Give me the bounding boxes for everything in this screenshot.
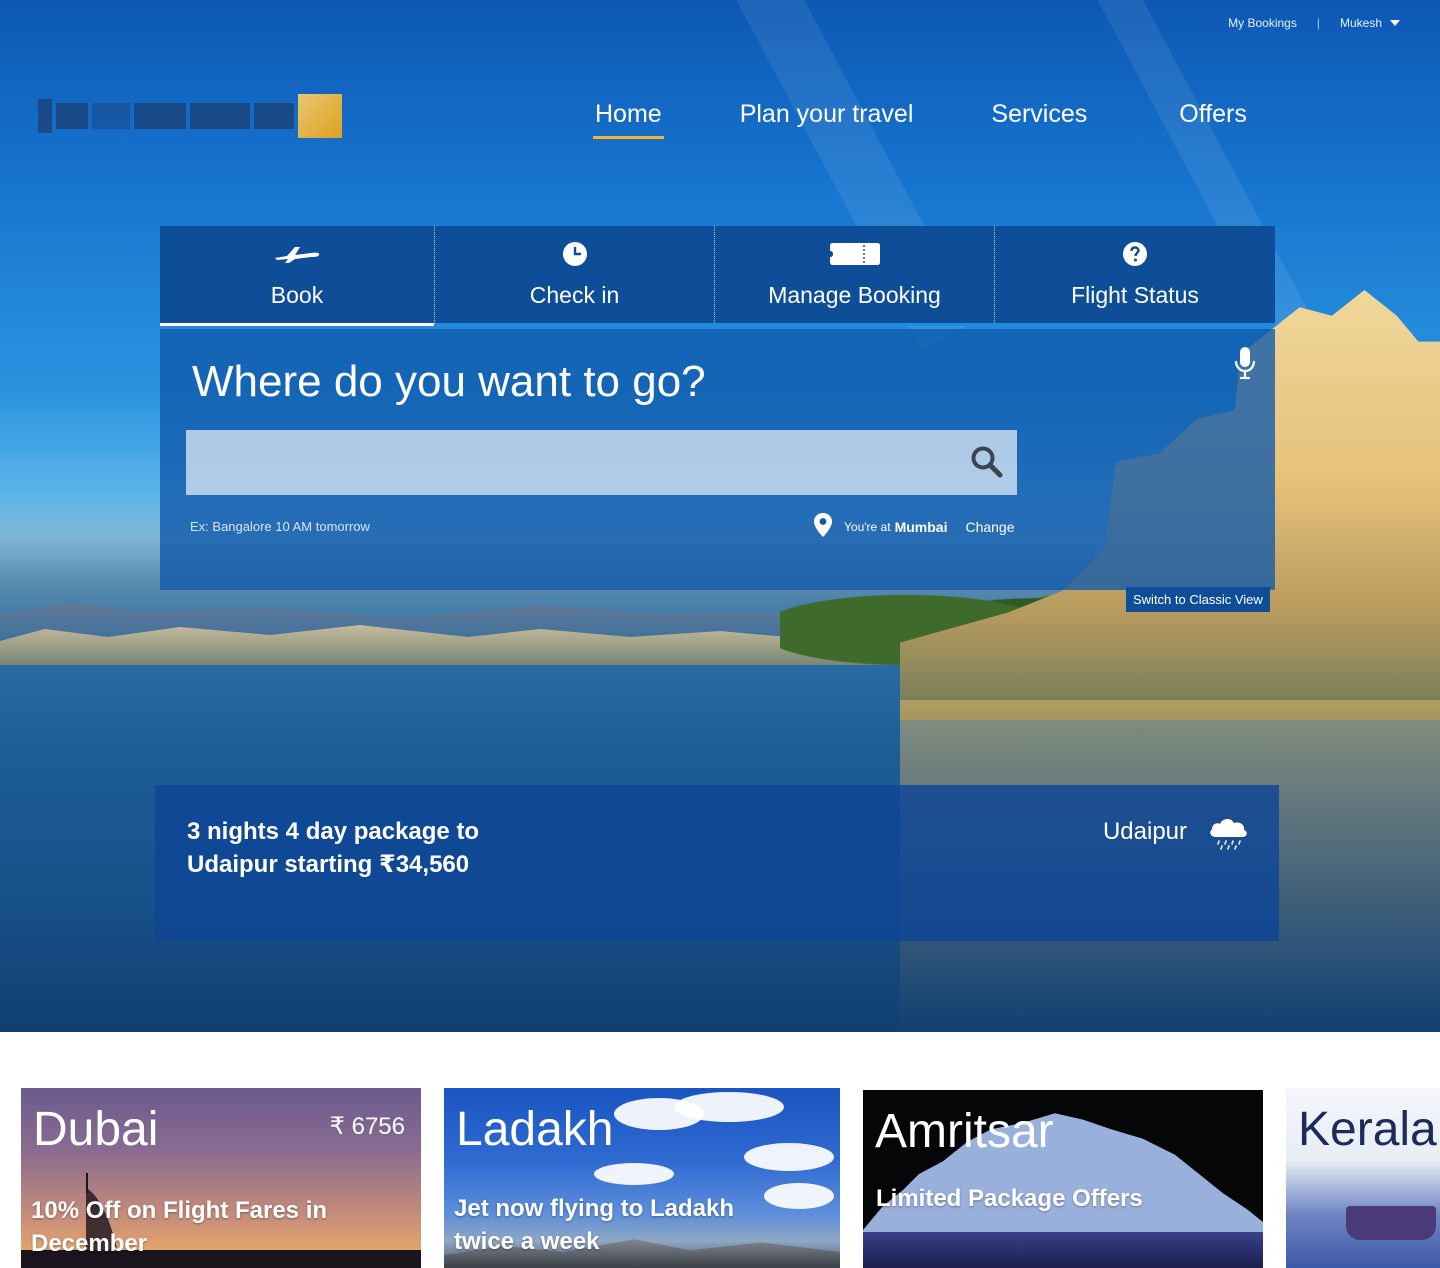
current-location: You're at Mumbai Change [812,512,1015,541]
card-offer-amritsar: Limited Package Offers [876,1185,1143,1212]
location-prefix: You're at [844,519,891,534]
search-hint: Ex: Bangalore 10 AM tomorrow [190,519,370,534]
chevron-down-icon [1390,20,1400,26]
search-input[interactable] [186,430,1017,495]
location-city: Mumbai [894,518,948,535]
clock-icon [562,236,588,272]
cloud [674,1092,784,1122]
nav-services[interactable]: Services [991,100,1087,129]
logo-block [56,103,88,129]
houseboat-image [1346,1206,1436,1240]
tab-flight-status-label: Flight Status [1071,282,1199,308]
card-offer-dubai-line-2: December [31,1230,148,1257]
booking-tabs: Book Check in Manage Booking Flight Stat… [160,226,1275,326]
my-bookings-link[interactable]: My Bookings [1228,16,1297,30]
logo-block [190,103,250,129]
search-icon[interactable] [969,444,1005,485]
destination-card-ladakh[interactable]: Ladakh Jet now flying to Ladakh twice a … [444,1088,840,1268]
card-title-kerala: Kerala [1298,1103,1437,1156]
nav-plan-your-travel[interactable]: Plan your travel [740,100,914,129]
card-offer-ladakh-line-1: Jet now flying to Ladakh [454,1195,735,1222]
search-panel: Where do you want to go? Ex: Bangalore 1… [160,329,1275,590]
promo-line-1: 3 nights 4 day package to [187,818,480,845]
card-offer-dubai: 10% Off on Flight Fares in December [31,1194,327,1260]
destination-card-dubai[interactable]: Dubai ₹ 6756 10% Off on Flight Fares in … [21,1088,421,1268]
utility-separator: | [1316,16,1320,30]
tab-flight-status[interactable]: Flight Status [994,226,1275,323]
user-menu[interactable]: Mukesh [1340,16,1400,30]
user-name: Mukesh [1339,16,1382,30]
cloud [744,1143,834,1171]
tab-book[interactable]: Book [160,226,434,326]
tab-check-in-label: Check in [529,282,620,308]
card-offer-ladakh: Jet now flying to Ladakh twice a week [454,1192,734,1258]
card-offer-ladakh-line-2: twice a week [454,1228,600,1255]
card-offer-dubai-line-1: 10% Off on Flight Fares in [31,1197,328,1224]
cloud [764,1183,834,1209]
tab-manage-booking-label: Manage Booking [768,282,941,308]
card-price-dubai: ₹ 6756 [329,1113,405,1140]
ticket-icon [829,236,881,272]
destination-card-kerala[interactable]: Kerala [1286,1088,1440,1268]
rain-cloud-icon [1207,815,1249,856]
card-title-amritsar: Amritsar [875,1105,1054,1158]
brand-logo[interactable] [38,90,350,142]
cloud [594,1163,674,1185]
utility-bar: My Bookings | Mukesh [1228,16,1400,30]
tab-book-label: Book [270,282,324,308]
change-location-link[interactable]: Change [965,519,1014,535]
microphone-icon[interactable] [1233,345,1257,386]
help-icon [1122,236,1148,272]
nav-offers[interactable]: Offers [1179,100,1247,129]
tab-manage-booking[interactable]: Manage Booking [714,226,994,323]
main-nav: Home Plan your travel Services Offers [580,100,1247,139]
card-title-dubai: Dubai [33,1103,159,1156]
search-box [186,430,1017,495]
promo-line-2: Udaipur starting ₹34,560 [187,851,470,878]
logo-block [134,103,186,129]
nav-home[interactable]: Home [593,100,664,139]
destination-card-amritsar[interactable]: Amritsar Limited Package Offers [863,1090,1263,1268]
logo-block [38,99,52,133]
promo-text: 3 nights 4 day package to Udaipur starti… [187,815,479,881]
promo-banner[interactable]: 3 nights 4 day package to Udaipur starti… [155,785,1279,941]
tab-check-in[interactable]: Check in [434,226,714,323]
golden-temple-silhouette [863,1232,1263,1268]
airplane-icon [273,236,321,272]
card-title-ladakh: Ladakh [456,1103,614,1156]
switch-classic-view-button[interactable]: Switch to Classic View [1126,587,1270,612]
logo-mark [298,94,342,138]
search-heading: Where do you want to go? [192,357,706,406]
logo-block [254,103,294,129]
location-pin-icon [812,512,834,541]
promo-city: Udaipur [1102,818,1187,845]
logo-block [92,103,130,129]
